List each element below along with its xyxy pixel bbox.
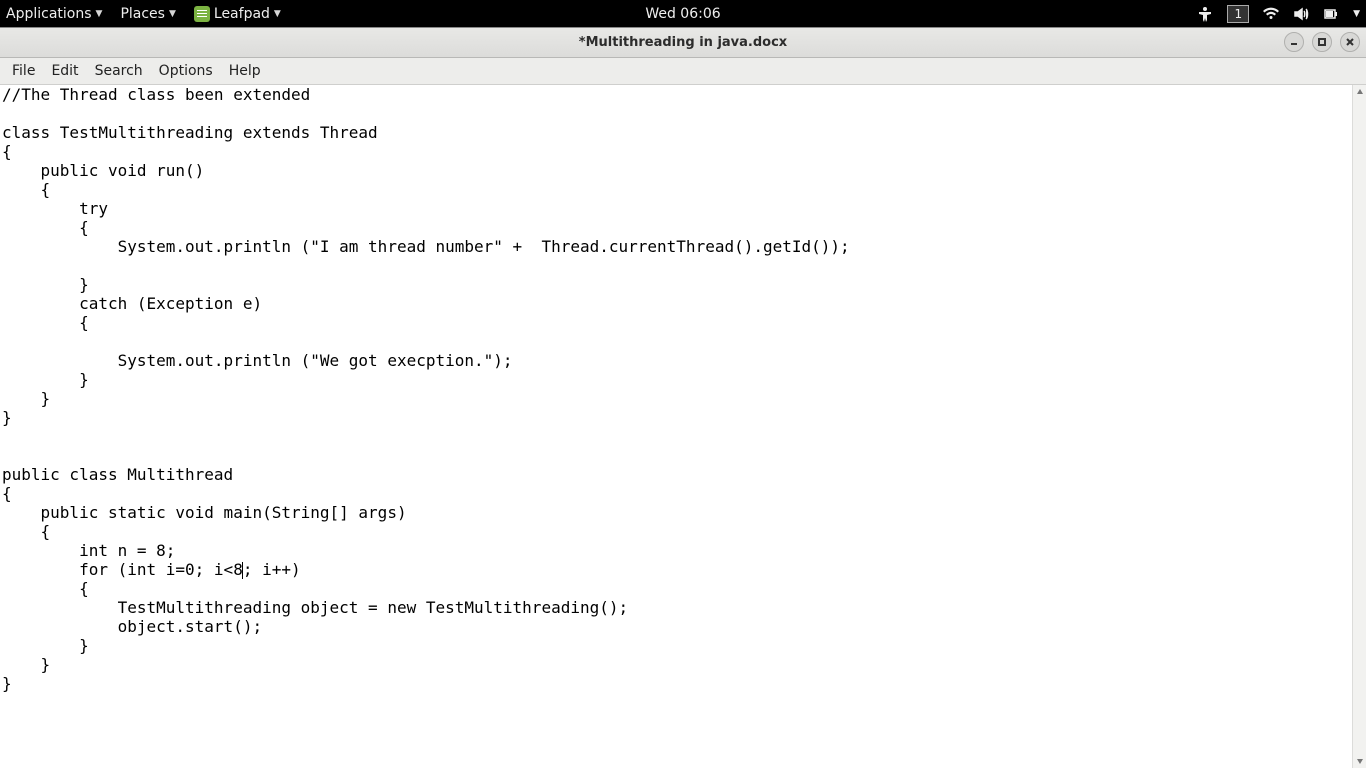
- menu-help-label: Help: [229, 63, 261, 79]
- workspace-indicator[interactable]: 1: [1227, 5, 1249, 23]
- places-label: Places: [120, 6, 165, 22]
- clock[interactable]: Wed 06:06: [645, 6, 720, 22]
- menu-search-label: Search: [95, 63, 143, 79]
- menu-edit-label: Edit: [51, 63, 78, 79]
- panel-left: Applications ▼ Places ▼ Leafpad ▼: [6, 6, 281, 22]
- leafpad-window: *Multithreading in java.docx File Edit S…: [0, 27, 1366, 768]
- menu-search[interactable]: Search: [87, 60, 151, 82]
- maximize-button[interactable]: [1312, 32, 1332, 52]
- close-button[interactable]: [1340, 32, 1360, 52]
- chevron-down-icon: ▼: [96, 9, 103, 19]
- active-app-menu[interactable]: Leafpad ▼: [194, 6, 281, 22]
- editor-container: //The Thread class been extended class T…: [0, 85, 1366, 768]
- scroll-down-button[interactable]: [1353, 754, 1366, 768]
- menu-file-label: File: [12, 63, 35, 79]
- minimize-button[interactable]: [1284, 32, 1304, 52]
- menu-help[interactable]: Help: [221, 60, 269, 82]
- window-titlebar[interactable]: *Multithreading in java.docx: [0, 28, 1366, 58]
- editor-text-after-caret: ; i++) { TestMultithreading object = new…: [2, 560, 638, 693]
- gnome-top-panel: Applications ▼ Places ▼ Leafpad ▼ Wed 06…: [0, 0, 1366, 27]
- menubar: File Edit Search Options Help: [0, 58, 1366, 85]
- network-wifi-icon[interactable]: [1263, 6, 1279, 22]
- menu-options-label: Options: [159, 63, 213, 79]
- applications-label: Applications: [6, 6, 92, 22]
- workspace-number: 1: [1234, 7, 1242, 21]
- battery-icon[interactable]: [1323, 6, 1339, 22]
- scroll-up-button[interactable]: [1353, 85, 1366, 99]
- text-editor[interactable]: //The Thread class been extended class T…: [0, 85, 1352, 768]
- places-menu[interactable]: Places ▼: [120, 6, 175, 22]
- editor-text-before-caret: //The Thread class been extended class T…: [2, 85, 859, 579]
- menu-file[interactable]: File: [4, 60, 43, 82]
- leafpad-icon: [194, 6, 210, 22]
- applications-menu[interactable]: Applications ▼: [6, 6, 102, 22]
- window-controls: [1284, 32, 1360, 52]
- menu-options[interactable]: Options: [151, 60, 221, 82]
- chevron-down-icon: ▼: [274, 9, 281, 19]
- vertical-scrollbar[interactable]: [1352, 85, 1366, 768]
- chevron-down-icon: ▼: [169, 9, 176, 19]
- volume-icon[interactable]: [1293, 6, 1309, 22]
- accessibility-icon[interactable]: [1197, 6, 1213, 22]
- clock-text: Wed 06:06: [645, 6, 720, 22]
- active-app-label: Leafpad: [214, 6, 270, 22]
- window-title: *Multithreading in java.docx: [579, 35, 787, 50]
- chevron-down-icon[interactable]: ▼: [1353, 9, 1360, 19]
- menu-edit[interactable]: Edit: [43, 60, 86, 82]
- panel-right: 1 ▼: [1197, 5, 1360, 23]
